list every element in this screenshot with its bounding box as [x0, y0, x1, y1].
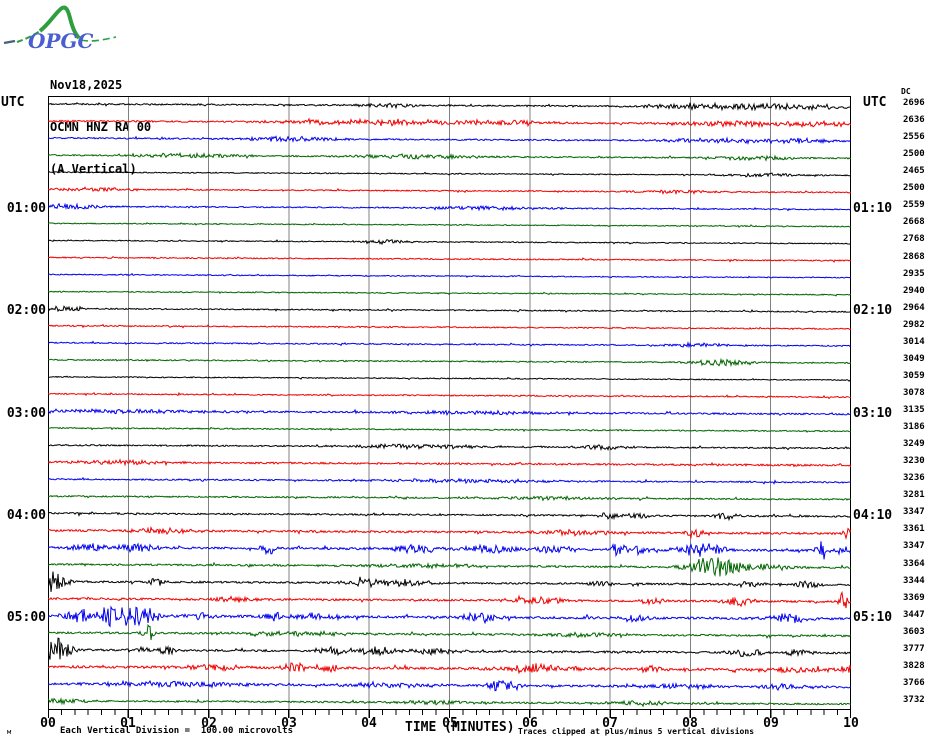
dc-value: 3049	[903, 354, 925, 364]
x-tick-label: 10	[843, 716, 859, 731]
dc-value: 3369	[903, 593, 925, 603]
dc-value: 3447	[903, 610, 925, 620]
utc-label-left: UTC	[1, 95, 25, 110]
dc-value: 3347	[903, 507, 925, 517]
utc-label-right: UTC	[863, 95, 887, 110]
logo-text: OPGC	[28, 29, 94, 52]
hour-label-right: 03:10	[853, 406, 893, 421]
dc-value: 2940	[903, 286, 925, 296]
dc-value: 3603	[903, 627, 925, 637]
x-tick-label: 09	[763, 716, 779, 731]
dc-value: 3014	[903, 337, 925, 347]
dc-value: 2964	[903, 303, 925, 313]
dc-value: 2500	[903, 183, 925, 193]
dc-value: 2935	[903, 269, 925, 279]
hour-label-left: 05:00	[6, 610, 46, 625]
x-tick-label: 00	[40, 716, 56, 731]
dc-value: 3230	[903, 456, 925, 466]
dc-value: 3732	[903, 695, 925, 705]
hour-label-left: 01:00	[6, 201, 46, 216]
dc-value: 3777	[903, 644, 925, 654]
hour-label-left: 03:00	[6, 406, 46, 421]
dc-value: 3135	[903, 405, 925, 415]
dc-value: 3828	[903, 661, 925, 671]
dc-value: 3364	[903, 559, 925, 569]
hour-label-right: 04:10	[853, 508, 893, 523]
dc-value: 2868	[903, 252, 925, 262]
dc-value: 2696	[903, 98, 925, 108]
webicorder-page: OPGC Nov18,2025 OCMN HNZ RA 00 (A Vertic…	[0, 0, 930, 744]
dc-value: 3344	[903, 576, 925, 586]
dc-column-header: DC	[901, 87, 911, 96]
dc-value: 2500	[903, 149, 925, 159]
hour-label-right: 05:10	[853, 610, 893, 625]
dc-value: 3059	[903, 371, 925, 381]
hour-label-right: 02:10	[853, 303, 893, 318]
logo-dash-left	[3, 39, 16, 45]
footer-left-mark: м	[7, 728, 12, 736]
dc-value: 2768	[903, 234, 925, 244]
dc-value: 3281	[903, 490, 925, 500]
opgc-logo: OPGC	[3, 5, 117, 52]
dc-value: 2556	[903, 132, 925, 142]
dc-value: 3249	[903, 439, 925, 449]
hour-label-left: 04:00	[6, 508, 46, 523]
header-date: Nov18,2025	[50, 78, 123, 92]
dc-value: 3766	[903, 678, 925, 688]
x-axis-title: TIME (MINUTES)	[405, 720, 515, 735]
dc-value: 3078	[903, 388, 925, 398]
dc-value: 2668	[903, 217, 925, 227]
dc-value: 2465	[903, 166, 925, 176]
clip-note: Traces clipped at plus/minus 5 vertical …	[518, 727, 755, 736]
scale-note: Each Vertical Division = 100.00 microvol…	[60, 726, 293, 736]
x-tick-label: 04	[361, 716, 377, 731]
dc-value: 2636	[903, 115, 925, 125]
helicorder-plot	[48, 96, 851, 718]
dc-value: 2559	[903, 200, 925, 210]
dc-value: 3186	[903, 422, 925, 432]
dc-value: 2982	[903, 320, 925, 330]
dc-value: 3361	[903, 524, 925, 534]
hour-label-left: 02:00	[6, 303, 46, 318]
dc-value: 3236	[903, 473, 925, 483]
hour-label-right: 01:10	[853, 201, 893, 216]
dc-value: 3347	[903, 541, 925, 551]
